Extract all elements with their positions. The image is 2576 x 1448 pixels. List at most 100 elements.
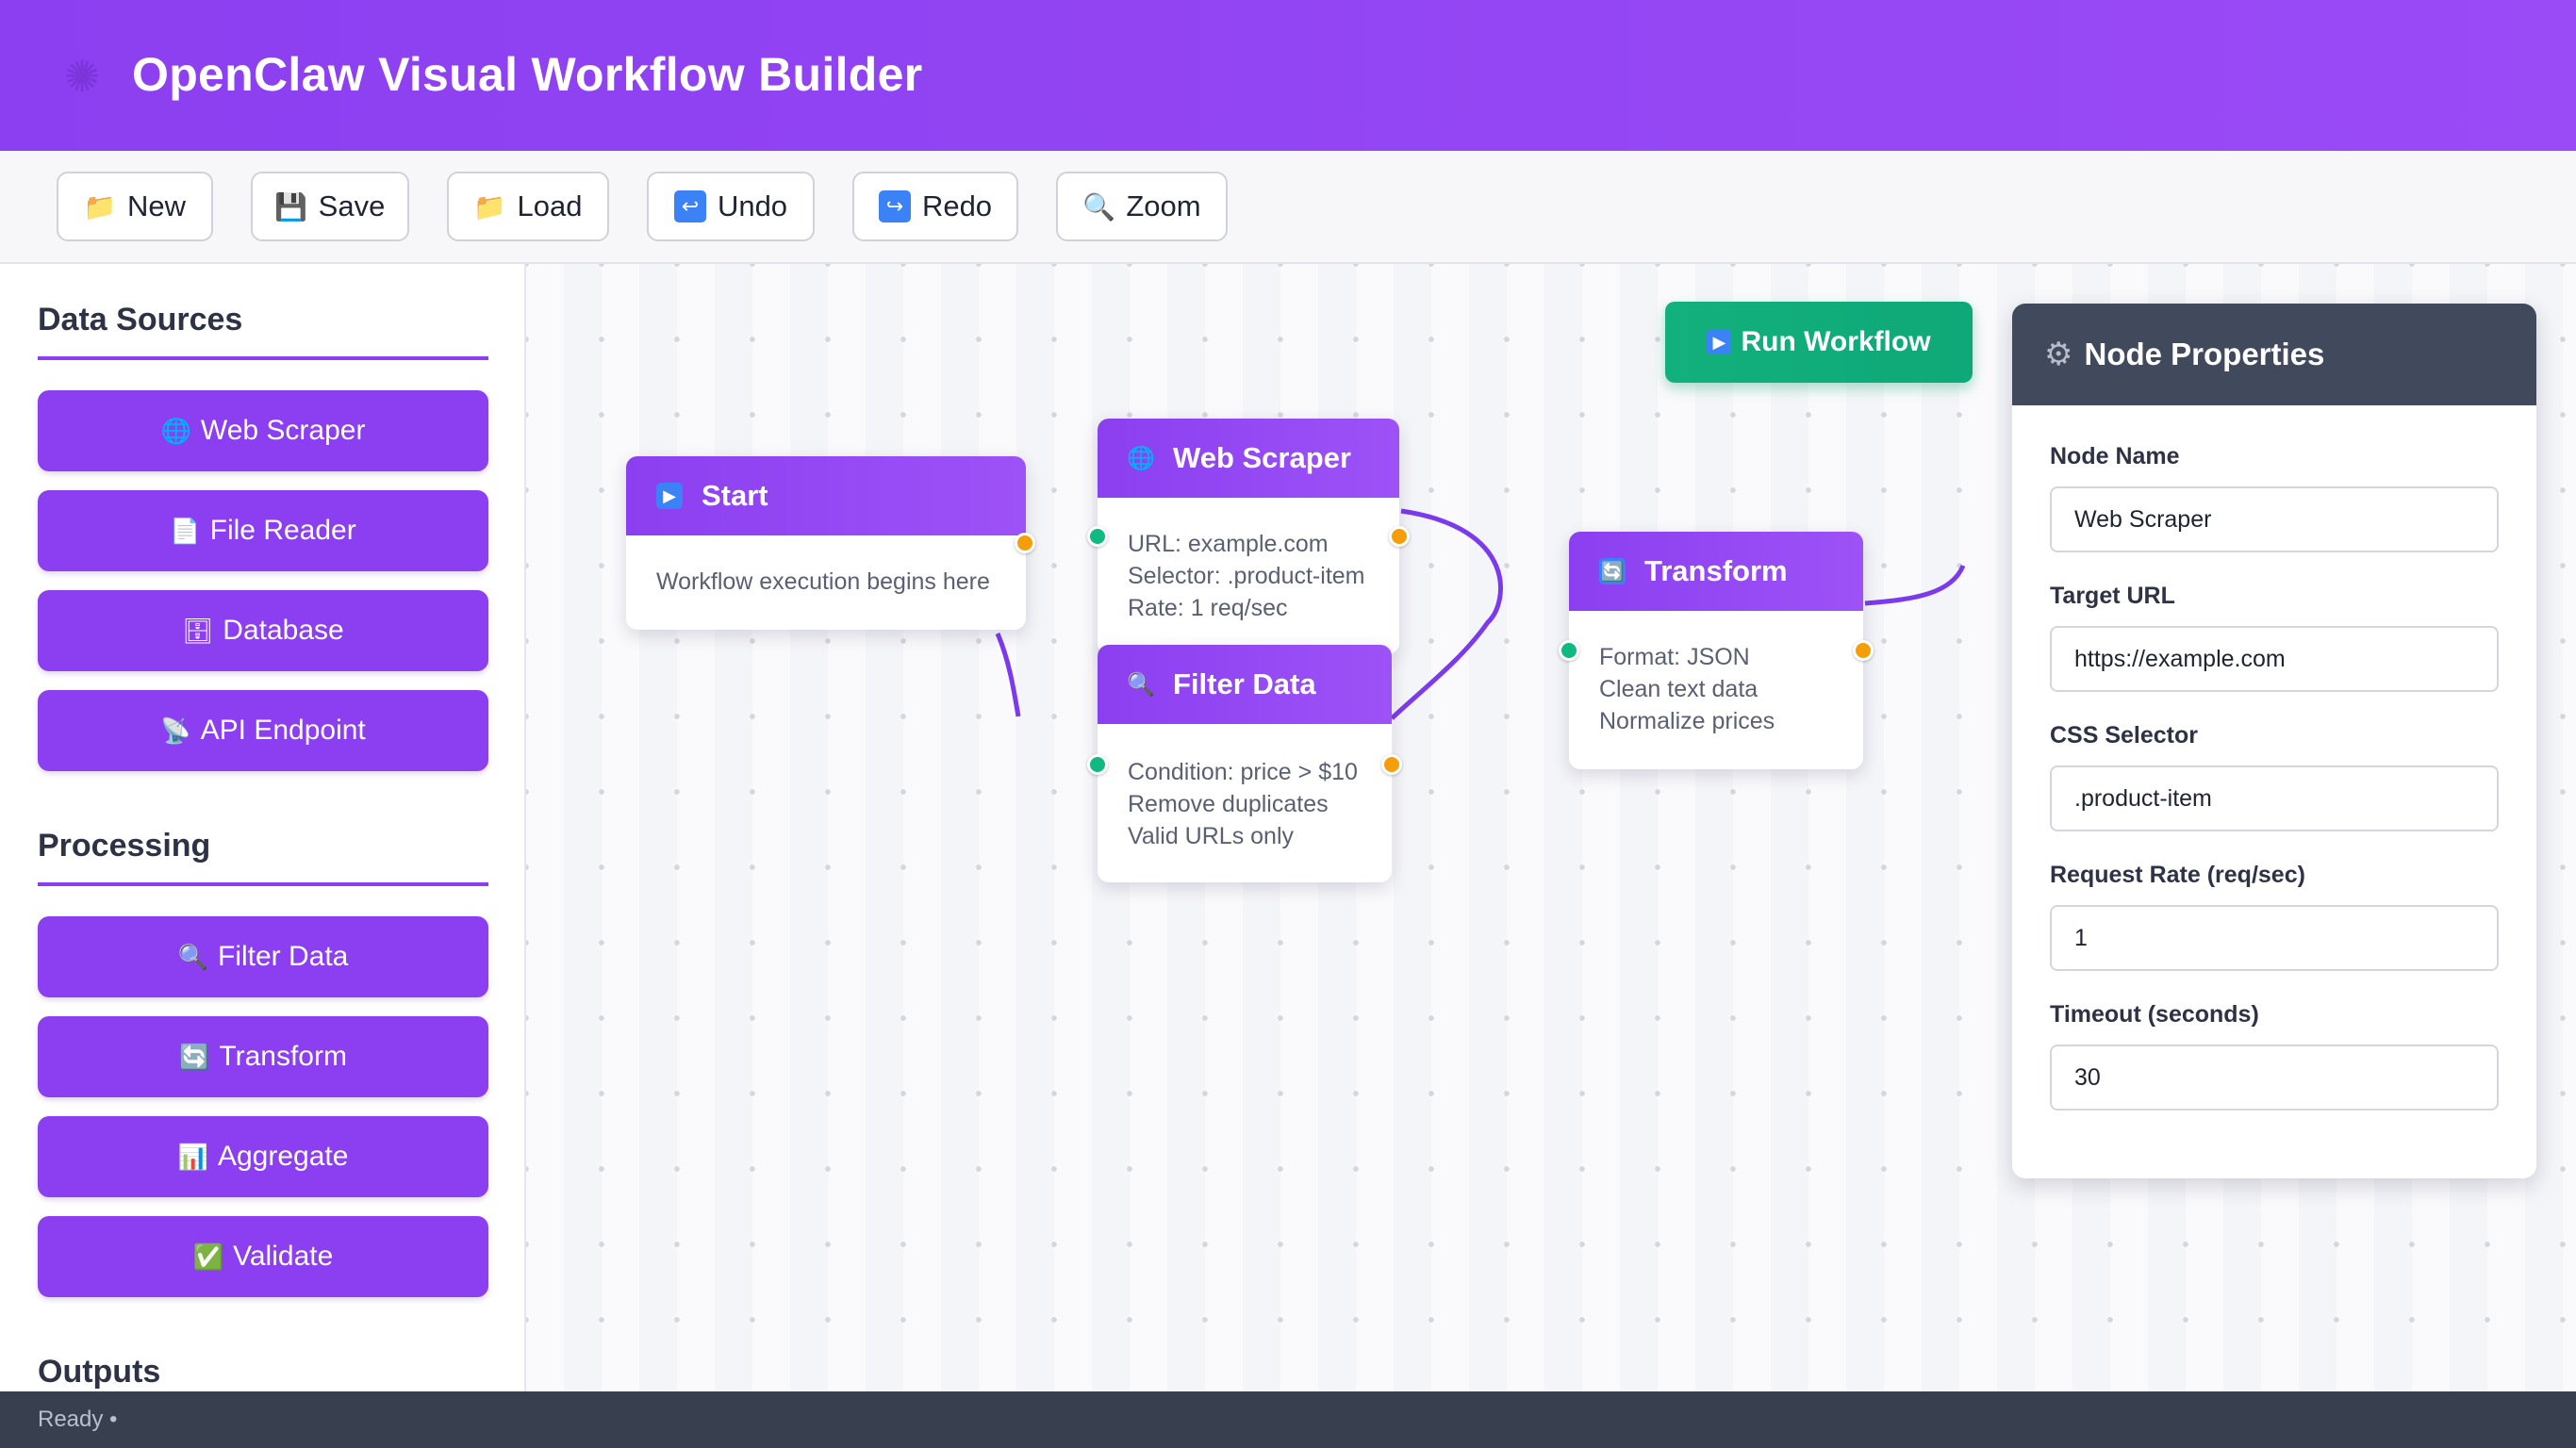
properties-title: Node Properties [2084,337,2325,371]
timeout-field[interactable] [2050,1045,2499,1111]
palette-item-file-reader[interactable]: 📄 File Reader [38,490,488,571]
output-port[interactable] [1853,640,1874,661]
globe-icon: 🌐 [1127,445,1155,471]
palette-item-api-endpoint[interactable]: 📡 API Endpoint [38,690,488,771]
document-icon: 📄 [170,516,201,545]
section-divider [38,882,488,886]
app-header: ✺ OpenClaw Visual Workflow Builder [0,0,2576,151]
redo-button[interactable]: ↪ Redo [852,172,1018,241]
node-header[interactable]: 🔍 Filter Data [1098,645,1392,724]
save-button-label: Save [318,189,386,222]
node-detail-line: Selector: .product-item [1128,563,1365,589]
node-header[interactable]: 🌐 Web Scraper [1098,419,1399,498]
check-icon: ✅ [192,1242,224,1271]
palette-item-transform[interactable]: 🔄 Transform [38,1016,488,1097]
node-properties-panel: ⚙ Node Properties Node Name Target URL C… [2012,304,2536,1178]
palette-item-label: File Reader [209,515,356,546]
new-button-label: New [126,189,186,222]
gear-icon: ✺ [63,52,101,101]
palette-item-label: Filter Data [218,941,349,972]
node-name-field[interactable] [2050,486,2499,552]
zoom-button-label: Zoom [1126,189,1201,222]
new-button[interactable]: 📁 New [57,172,213,241]
section-title-outputs: Outputs [38,1354,161,1390]
node-title: Web Scraper [1173,441,1351,474]
status-bar: Ready • [0,1391,2576,1448]
folder-icon: 📁 [473,191,506,222]
refresh-icon: 🔄 [1599,558,1626,584]
save-button[interactable]: 💾 Save [251,172,409,241]
status-text: Ready • [38,1407,118,1432]
node-detail-line: Condition: price > $10 [1128,759,1358,785]
timeout-label: Timeout (seconds) [2050,1001,2259,1028]
load-button-label: Load [517,189,583,222]
palette-item-validate[interactable]: ✅ Validate [38,1216,488,1297]
workflow-node-filter-data[interactable]: 🔍 Filter Data Condition: price > $10 Rem… [1087,645,1402,882]
bar-chart-icon: 📊 [177,1142,208,1171]
palette-item-web-scraper[interactable]: 🌐 Web Scraper [38,390,488,471]
workflow-node-web-scraper[interactable]: 🌐 Web Scraper URL: example.com Selector:… [1087,419,1410,654]
floppy-icon: 💾 [274,191,308,222]
node-body: Format: JSON Clean text data Normalize p… [1599,641,1852,737]
palette-item-label: Web Scraper [200,415,366,446]
request-rate-label: Request Rate (req/sec) [2050,862,2305,888]
palette-item-database[interactable]: 🗄 Database [38,590,488,671]
section-divider [38,356,488,360]
node-description: Workflow execution begins here [656,568,990,595]
node-detail-line: Normalize prices [1599,708,1775,734]
section-title-processing: Processing [38,828,211,864]
node-detail-line: URL: example.com [1128,531,1329,557]
run-workflow-label: Run Workflow [1741,326,1931,357]
node-title: Transform [1644,554,1788,587]
target-url-label: Target URL [2050,583,2175,609]
input-port[interactable] [1087,754,1108,775]
node-header[interactable]: ▶ Start [626,456,1026,535]
node-title: Filter Data [1173,667,1316,700]
magnifier-icon: 🔍 [177,942,208,971]
load-button[interactable]: 📁 Load [447,172,609,241]
node-palette-sidebar: Data Sources 🌐 Web Scraper 📄 File Reader… [0,264,526,1391]
node-body: Condition: price > $10 Remove duplicates… [1128,756,1380,852]
node-name-label: Node Name [2050,443,2180,469]
magnifier-icon: 🔍 [1082,191,1115,222]
node-detail-line: Rate: 1 req/sec [1128,595,1288,621]
palette-item-label: Validate [233,1241,334,1272]
palette-item-label: API Endpoint [200,715,366,746]
run-workflow-button[interactable]: ▶ Run Workflow [1665,302,1973,383]
undo-button[interactable]: ↩ Undo [647,172,815,241]
app-title: OpenClaw Visual Workflow Builder [132,48,923,101]
magnifier-icon: 🔍 [1127,671,1155,698]
target-url-field[interactable] [2050,626,2499,692]
play-icon: ▶ [656,483,683,509]
toolbar: 📁 New 💾 Save 📁 Load ↩ Undo ↪ Redo 🔍 Zoom [0,151,2576,264]
css-selector-label: CSS Selector [2050,722,2199,749]
input-port[interactable] [1087,526,1108,547]
workflow-node-start[interactable]: ▶ Start Workflow execution begins here [626,456,1035,630]
output-port[interactable] [1389,526,1410,547]
refresh-icon: 🔄 [179,1042,210,1071]
redo-icon: ↪ [878,190,911,222]
node-header[interactable]: 🔄 Transform [1569,532,1863,611]
css-selector-field[interactable] [2050,765,2499,831]
palette-item-label: Transform [219,1041,347,1072]
properties-header: ⚙ Node Properties [2012,304,2536,405]
input-port[interactable] [1559,640,1579,661]
palette-item-aggregate[interactable]: 📊 Aggregate [38,1116,488,1197]
output-port[interactable] [1381,754,1402,775]
request-rate-field[interactable] [2050,905,2499,971]
undo-button-label: Undo [717,189,788,222]
workflow-node-transform[interactable]: 🔄 Transform Format: JSON Clean text data… [1559,532,1874,769]
node-title: Start [702,479,768,512]
node-detail-line: Remove duplicates [1128,791,1329,817]
database-icon: 🗄 [182,616,214,645]
satellite-icon: 📡 [160,716,191,745]
palette-item-label: Database [223,615,344,646]
node-detail-line: Clean text data [1599,676,1759,702]
output-port[interactable] [1015,533,1035,553]
node-detail-line: Format: JSON [1599,644,1750,670]
undo-icon: ↩ [673,190,706,222]
palette-item-filter-data[interactable]: 🔍 Filter Data [38,916,488,997]
gear-icon: ⚙ [2044,337,2073,372]
play-icon: ▶ [1707,330,1732,354]
zoom-button[interactable]: 🔍 Zoom [1056,172,1228,241]
